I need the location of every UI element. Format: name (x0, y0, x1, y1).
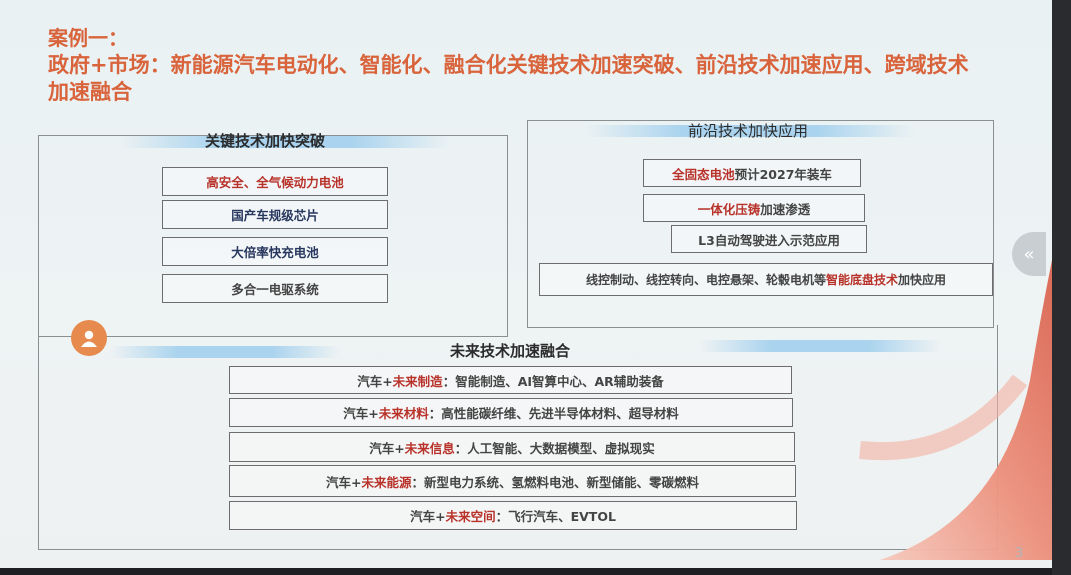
frontier-item: 一体化压铸 加速渗透 (643, 194, 865, 222)
slide-title: 政府+市场：新能源汽车电动化、智能化、融合化关键技术加速突破、前沿技术加速应用、… (48, 53, 969, 104)
slide: 案例一： 政府+市场：新能源汽车电动化、智能化、融合化关键技术加速突破、前沿技术… (0, 0, 1052, 568)
user-avatar-icon (71, 320, 107, 356)
future-item: 汽车+ 未来能源 ：新型电力系统、氢燃料电池、新型储能、零碳燃料 (229, 465, 796, 497)
screen-edge (1052, 0, 1071, 575)
key-tech-item: 多合一电驱系统 (162, 274, 388, 303)
future-item: 汽车+ 未来材料 ：高性能碳纤维、先进半导体材料、超导材料 (229, 398, 793, 427)
page-number: 3 (1015, 546, 1024, 561)
key-tech-item: 高安全、全气候动力电池 (162, 167, 388, 196)
double-chevron-left-icon: « (1023, 243, 1035, 265)
frontier-item: L3自动驾驶 进入示范应用 (671, 225, 867, 253)
frontier-item: 全固态电池 预计2027年装车 (643, 159, 861, 187)
frontier-heading: 前沿技术加快应用 (688, 122, 809, 140)
key-tech-heading: 关键技术加快突破 (205, 132, 326, 150)
future-heading: 未来技术加速融合 (450, 342, 571, 360)
future-item: 汽车+ 未来制造 ：智能制造、AI智算中心、AR辅助装备 (229, 366, 792, 394)
page-curl-decoration (859, 260, 1052, 560)
person-icon (81, 330, 97, 347)
key-tech-item: 国产车规级芯片 (162, 200, 388, 229)
future-item: 汽车+ 未来信息 ：人工智能、大数据模型、虚拟现实 (229, 432, 795, 462)
future-heading-bar-left (110, 346, 340, 358)
future-item: 汽车+ 未来空间 ：飞行汽车、EVTOL (229, 501, 797, 530)
case-title: 案例一： (48, 26, 128, 50)
key-tech-panel (38, 135, 508, 337)
key-tech-item: 大倍率快充电池 (162, 237, 388, 266)
